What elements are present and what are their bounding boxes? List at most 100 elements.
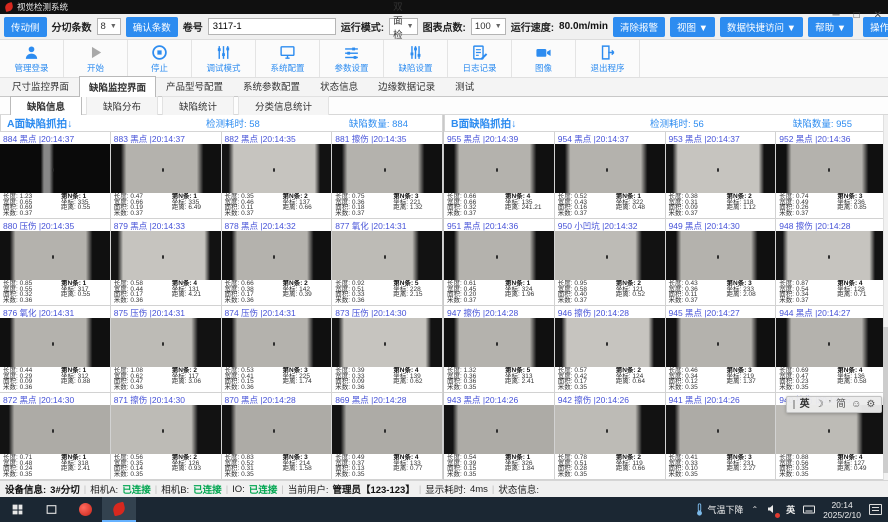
action-defect-button[interactable]: 缺陷设置 bbox=[384, 40, 448, 77]
slit-count-select[interactable]: 8▼ bbox=[97, 18, 121, 35]
ime-tray-indicator[interactable]: 英 bbox=[786, 503, 795, 516]
chevron-down-icon: ▼ bbox=[495, 23, 502, 30]
defect-cell[interactable]: 870 黑点 |20:14:28长度: 0.83宽度: 0.52面积: 0.31… bbox=[222, 393, 333, 480]
defect-cell[interactable]: 879 黑点 |20:14:33长度: 0.58宽度: 0.44面积: 0.17… bbox=[111, 219, 222, 306]
defect-dist: 距离: 6.49 bbox=[172, 205, 201, 211]
defect-dist: 距离: 2.41 bbox=[505, 379, 534, 385]
chevron-down-icon: ▼ bbox=[407, 23, 414, 30]
main-tab-5[interactable]: 边缘数据记录 bbox=[368, 75, 445, 96]
touch-keyboard-icon[interactable] bbox=[803, 505, 815, 515]
taskbar-app-browser[interactable] bbox=[68, 497, 102, 522]
action-exit-button[interactable]: 退出程序 bbox=[576, 40, 640, 77]
action-camera-button[interactable]: 图像 bbox=[512, 40, 576, 77]
defect-cell[interactable]: 882 黑点 |20:14:35长度: 0.35宽度: 0.46面积: 0.11… bbox=[222, 132, 333, 219]
defect-cell[interactable]: 871 擦伤 |20:14:30长度: 0.56宽度: 0.35面积: 0.14… bbox=[111, 393, 222, 480]
defect-cell[interactable]: 946 擦伤 |20:14:28长度: 0.57宽度: 0.42面积: 0.17… bbox=[555, 306, 666, 393]
main-tab-2[interactable]: 产品型号配置 bbox=[156, 75, 233, 96]
chart-points-select[interactable]: 100▼ bbox=[471, 18, 506, 35]
ime-language-toggle[interactable]: 英 bbox=[800, 397, 810, 412]
action-user-button[interactable]: 管理登录 bbox=[0, 40, 64, 77]
weather-tray-item[interactable]: 气温下降 bbox=[695, 503, 743, 516]
defect-info: 长度: 0.95宽度: 0.58面积: 0.40米数: 0.37第N条: 2坐标… bbox=[555, 280, 665, 305]
main-tab-4[interactable]: 状态信息 bbox=[310, 75, 368, 96]
close-button[interactable]: ✕ bbox=[874, 11, 882, 21]
defect-cell[interactable]: 875 压伤 |20:14:31长度: 1.08宽度: 0.62面积: 0.47… bbox=[111, 306, 222, 393]
data-quick-access-button[interactable]: 数据快捷访问 ▼ bbox=[720, 17, 803, 37]
defect-cell[interactable]: 880 压伤 |20:14:35长度: 0.85宽度: 0.55面积: 0.32… bbox=[0, 219, 111, 306]
action-center-icon[interactable] bbox=[869, 504, 882, 515]
main-tab-1[interactable]: 缺陷监控界面 bbox=[79, 76, 156, 97]
defect-cell[interactable]: 883 黑点 |20:14:37长度: 0.47宽度: 0.66面积: 0.19… bbox=[111, 132, 222, 219]
main-tab-0[interactable]: 尺寸监控界面 bbox=[2, 75, 79, 96]
tray-expand-button[interactable]: ⌃ bbox=[751, 505, 758, 514]
confirm-count-button[interactable]: 确认条数 bbox=[126, 17, 178, 37]
app-title: 视觉检测系统 bbox=[17, 1, 68, 13]
vertical-scrollbar[interactable] bbox=[883, 115, 888, 480]
sub-tab-0[interactable]: 缺陷信息 bbox=[10, 96, 82, 116]
action-play-button[interactable]: 开始 bbox=[64, 40, 128, 77]
moon-icon[interactable]: ☽ bbox=[815, 397, 824, 412]
roll-number-input[interactable] bbox=[208, 18, 336, 35]
sub-tab-1[interactable]: 缺陷分布 bbox=[86, 96, 158, 116]
defect-info: 长度: 0.57宽度: 0.42面积: 0.17米数: 0.35第N条: 2坐标… bbox=[555, 367, 665, 392]
emoji-icon[interactable]: ☺ bbox=[851, 397, 861, 412]
action-system-button[interactable]: 系统配置 bbox=[256, 40, 320, 77]
defect-cell-header: 941 黑点 |20:14:26 bbox=[666, 393, 776, 405]
scrollbar-thumb[interactable] bbox=[883, 327, 888, 473]
defect-image bbox=[111, 231, 221, 280]
defect-cell[interactable]: 947 擦伤 |20:14:28长度: 1.32宽度: 0.36面积: 0.36… bbox=[444, 306, 555, 393]
view-menu-button[interactable]: 视图 ▼ bbox=[670, 17, 715, 37]
defect-info: 长度: 0.47宽度: 0.66面积: 0.19米数: 0.37第N条: 1坐标… bbox=[111, 193, 221, 218]
sub-tab-2[interactable]: 缺陷统计 bbox=[162, 96, 234, 116]
defect-cell[interactable]: 942 擦伤 |20:14:26长度: 0.78宽度: 0.51面积: 0.28… bbox=[555, 393, 666, 480]
defect-cell[interactable]: 878 黑点 |20:14:32长度: 0.66宽度: 0.38面积: 0.17… bbox=[222, 219, 333, 306]
task-view-button[interactable] bbox=[34, 497, 68, 522]
action-label: 日志记录 bbox=[462, 62, 496, 74]
transmission-side-button[interactable]: 传动侧 bbox=[4, 17, 47, 37]
punctuation-toggle[interactable]: ’ bbox=[829, 397, 831, 412]
defect-cell[interactable]: 955 黑点 |20:14:39长度: 0.66宽度: 0.66面积: 0.32… bbox=[444, 132, 555, 219]
camera-b-label: 相机B: bbox=[161, 482, 189, 496]
action-debug-button[interactable]: 调试模式 bbox=[192, 40, 256, 77]
defect-cell[interactable]: 945 黑点 |20:14:27长度: 0.46宽度: 0.34面积: 0.12… bbox=[666, 306, 777, 393]
defect-cell[interactable]: 943 黑点 |20:14:26长度: 0.54宽度: 0.39面积: 0.15… bbox=[444, 393, 555, 480]
defect-cell[interactable]: 872 黑点 |20:14:30长度: 0.71宽度: 0.48面积: 0.24… bbox=[0, 393, 111, 480]
taskbar-clock[interactable]: 20:14 2025/2/10 bbox=[823, 500, 861, 520]
defect-cell[interactable]: 869 黑点 |20:14:28长度: 0.49宽度: 0.37面积: 0.13… bbox=[332, 393, 443, 480]
ime-grip-icon[interactable] bbox=[793, 400, 795, 409]
run-mode-label: 运行模式: bbox=[341, 19, 384, 34]
defect-cell[interactable]: 954 黑点 |20:14:37长度: 0.52宽度: 0.43面积: 0.16… bbox=[555, 132, 666, 219]
defect-cell[interactable]: 948 擦伤 |20:14:28长度: 0.87宽度: 0.54面积: 0.34… bbox=[776, 219, 887, 306]
minimize-button[interactable]: ─ bbox=[832, 11, 839, 21]
action-log-button[interactable]: 日志记录 bbox=[448, 40, 512, 77]
simplified-chinese-toggle[interactable]: 简 bbox=[836, 397, 846, 412]
start-button[interactable] bbox=[0, 497, 34, 522]
panel-side-a: A面缺陷抓拍↓ 检测耗时: 58 缺陷数量: 884 884 黑点 |20:14… bbox=[0, 115, 444, 480]
ime-settings-gear-icon[interactable]: ⚙ bbox=[866, 397, 875, 412]
action-params-button[interactable]: 参数设置 bbox=[320, 40, 384, 77]
defect-image bbox=[222, 144, 332, 193]
defect-cell[interactable]: 881 擦伤 |20:14:35长度: 0.75宽度: 0.36面积: 0.18… bbox=[332, 132, 443, 219]
panel-b-header: B面缺陷抓拍↓ 检测耗时: 56 缺陷数量: 955 bbox=[444, 115, 887, 132]
defect-cell[interactable]: 949 黑点 |20:14:30长度: 0.43宽度: 0.36面积: 0.11… bbox=[666, 219, 777, 306]
run-mode-select[interactable]: 双面检测▼ bbox=[389, 18, 417, 35]
defect-cell[interactable]: 877 氧化 |20:14:31长度: 0.92宽度: 0.51面积: 0.33… bbox=[332, 219, 443, 306]
main-tab-6[interactable]: 测试 bbox=[445, 75, 484, 96]
defect-cell[interactable]: 941 黑点 |20:14:26长度: 0.41宽度: 0.33面积: 0.10… bbox=[666, 393, 777, 480]
defect-cell[interactable]: 944 黑点 |20:14:27长度: 0.69宽度: 0.47面积: 0.23… bbox=[776, 306, 887, 393]
volume-button[interactable] bbox=[766, 503, 778, 517]
defect-cell[interactable]: 884 黑点 |20:14:37长度: 1.23宽度: 0.65面积: 0.69… bbox=[0, 132, 111, 219]
sub-tab-3[interactable]: 分类信息统计 bbox=[238, 96, 329, 116]
action-stop-button[interactable]: 停止 bbox=[128, 40, 192, 77]
defect-cell[interactable]: 873 压伤 |20:14:30长度: 0.39宽度: 0.33面积: 0.09… bbox=[332, 306, 443, 393]
defect-cell[interactable]: 876 氧化 |20:14:31长度: 0.44宽度: 0.29面积: 0.09… bbox=[0, 306, 111, 393]
defect-cell[interactable]: 950 小凹坑 |20:14:32长度: 0.95宽度: 0.58面积: 0.4… bbox=[555, 219, 666, 306]
main-tab-3[interactable]: 系统参数配置 bbox=[233, 75, 310, 96]
maximize-button[interactable]: □ bbox=[854, 11, 860, 21]
defect-cell[interactable]: 951 黑点 |20:14:36长度: 0.61宽度: 0.45面积: 0.20… bbox=[444, 219, 555, 306]
clear-alarm-button[interactable]: 清除报警 bbox=[613, 17, 665, 37]
defect-cell[interactable]: 953 黑点 |20:14:37长度: 0.38宽度: 0.31面积: 0.09… bbox=[666, 132, 777, 219]
taskbar-app-inspection[interactable] bbox=[102, 497, 136, 522]
defect-cell[interactable]: 952 黑点 |20:14:36长度: 0.74宽度: 0.49面积: 0.26… bbox=[776, 132, 887, 219]
defect-cell[interactable]: 874 压伤 |20:14:31长度: 0.53宽度: 0.41面积: 0.15… bbox=[222, 306, 333, 393]
